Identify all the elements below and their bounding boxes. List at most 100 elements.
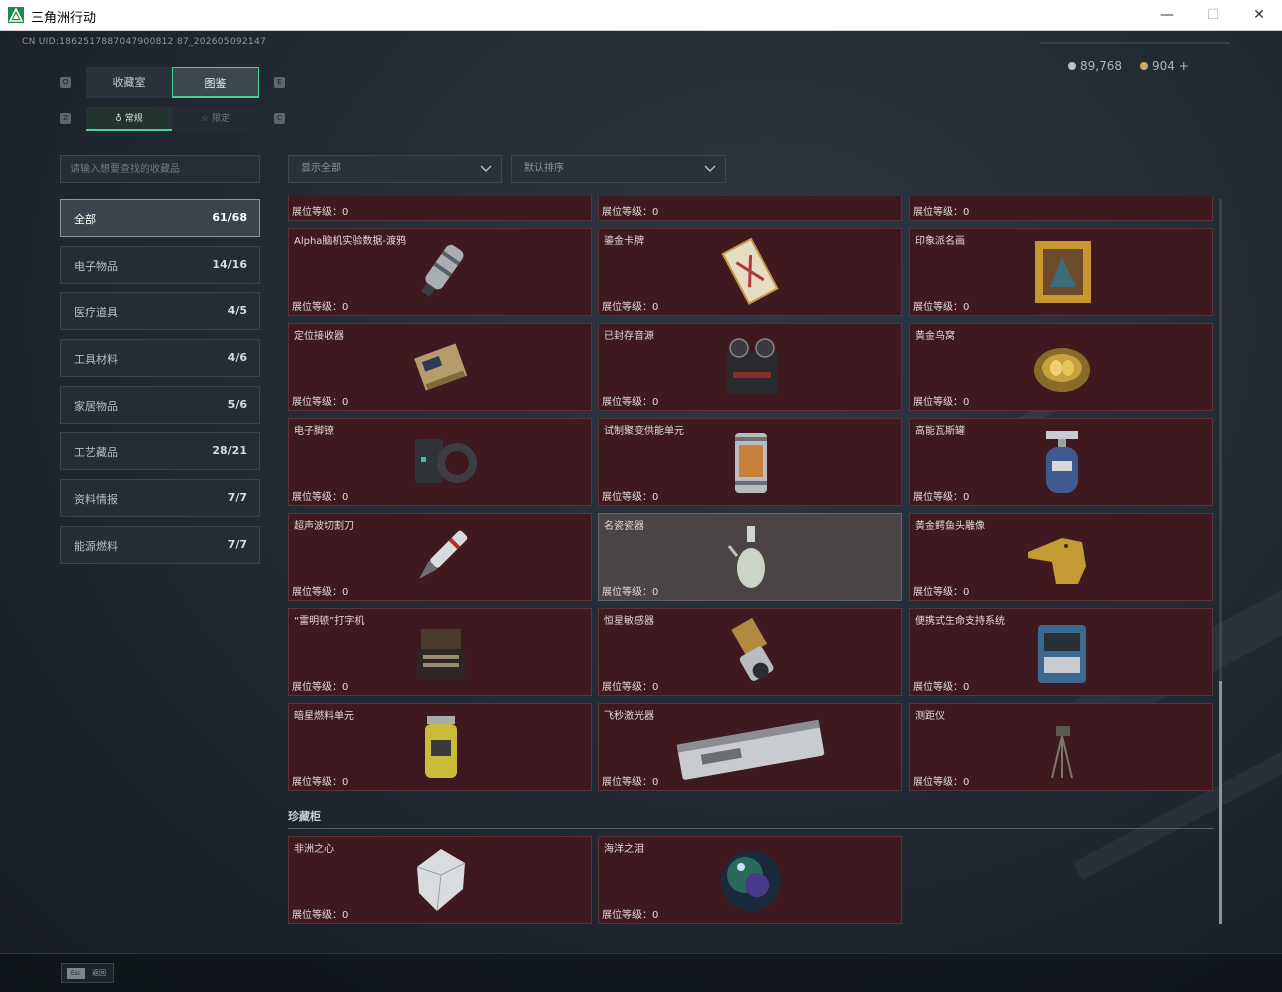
grid-scrollbar-thumb[interactable]: [1219, 681, 1222, 924]
collection-card[interactable]: 展位等级：0: [909, 196, 1213, 221]
sidebar-item-count: 14/16: [212, 258, 247, 271]
typewriter-icon: [401, 617, 481, 687]
data-canister-icon: [401, 237, 481, 307]
maximize-button[interactable]: ☐: [1190, 0, 1236, 31]
card-level: 展位等级：0: [602, 488, 658, 503]
subtab-regular[interactable]: ♁ 常规: [86, 107, 172, 131]
collection-card[interactable]: 测距仪 展位等级：0: [909, 703, 1213, 791]
sort-value: 默认排序: [524, 163, 564, 174]
collection-card[interactable]: 暗星燃料单元 展位等级：0: [288, 703, 592, 791]
porcelain-vase-icon: [711, 522, 791, 592]
card-name: 电子脚镣: [294, 426, 334, 437]
sidebar-item-tools[interactable]: 工具材料 4/6: [60, 339, 260, 377]
subtab-next-key-hint: C: [274, 113, 285, 124]
card-name: 已封存音源: [604, 331, 654, 342]
close-button[interactable]: ✕: [1236, 0, 1282, 31]
collection-card[interactable]: 恒星敏感器 展位等级：0: [598, 608, 902, 696]
level-value: 0: [342, 587, 349, 598]
level-label: 展位等级：: [913, 777, 963, 788]
flask-icon: ♁: [115, 114, 125, 124]
tab-catalog[interactable]: 图鉴: [172, 67, 259, 98]
life-support-icon: [1022, 617, 1102, 687]
section-divider: [288, 828, 1214, 829]
treasure-card[interactable]: 海洋之泪 展位等级：0: [598, 836, 902, 924]
sidebar-item-crafts[interactable]: 工艺藏品 28/21: [60, 432, 260, 470]
level-value: 0: [342, 777, 349, 788]
collection-card[interactable]: 飞秒激光器 展位等级：0: [598, 703, 902, 791]
card-level: 展位等级：0: [602, 583, 658, 598]
level-label: 展位等级：: [292, 910, 342, 921]
sidebar-item-intel[interactable]: 资料情报 7/7: [60, 479, 260, 517]
card-level: 展位等级：0: [913, 773, 969, 788]
collection-card[interactable]: 鎏金卡牌 展位等级：0: [598, 228, 902, 316]
sidebar-item-count: 61/68: [212, 211, 247, 224]
sidebar-item-count: 4/6: [227, 351, 247, 364]
subtab-limited[interactable]: ☆ 限定: [172, 107, 259, 131]
card-level: 展位等级：0: [292, 773, 348, 788]
card-level: 展位等级：0: [913, 678, 969, 693]
search-input[interactable]: [60, 155, 260, 183]
framed-painting-icon: [1022, 237, 1102, 307]
sidebar-item-all[interactable]: 全部 61/68: [60, 199, 260, 237]
collection-card[interactable]: 展位等级：0: [598, 196, 902, 221]
collection-card[interactable]: 便携式生命支持系统 展位等级：0: [909, 608, 1213, 696]
sidebar-item-count: 4/5: [227, 304, 247, 317]
esc-key-hint: Esc: [67, 968, 85, 979]
collection-card[interactable]: 电子脚镣 展位等级：0: [288, 418, 592, 506]
collection-card[interactable]: 高能瓦斯罐 展位等级：0: [909, 418, 1213, 506]
level-label: 展位等级：: [913, 302, 963, 313]
map-document-icon: [1022, 196, 1102, 199]
sidebar-item-electronics[interactable]: 电子物品 14/16: [60, 246, 260, 284]
tab-collection-room[interactable]: 收藏室: [86, 67, 172, 98]
sidebar-item-label: 全部: [74, 213, 96, 226]
collection-card[interactable]: Alpha脑机实验数据-渡鸦 展位等级：0: [288, 228, 592, 316]
card-level: 展位等级：0: [602, 773, 658, 788]
level-value: 0: [652, 207, 659, 218]
back-button[interactable]: Esc 返回: [61, 963, 114, 983]
card-name: 名瓷瓷器: [604, 521, 644, 532]
card-name: 定位接收器: [294, 331, 344, 342]
level-label: 展位等级：: [292, 587, 342, 598]
card-level: 展位等级：0: [913, 488, 969, 503]
card-name: 印象派名画: [915, 236, 965, 247]
ocean-pearl-icon: [711, 845, 791, 915]
sidebar-item-medical[interactable]: 医疗道具 4/5: [60, 292, 260, 330]
level-value: 0: [342, 682, 349, 693]
level-label: 展位等级：: [602, 492, 652, 503]
sidebar-item-label: 工具材料: [74, 353, 118, 366]
collection-card[interactable]: 黄金鸟窝 展位等级：0: [909, 323, 1213, 411]
collection-card[interactable]: 定位接收器 展位等级：0: [288, 323, 592, 411]
collection-card[interactable]: 名瓷瓷器 展位等级：0: [598, 513, 902, 601]
subtab-regular-label: 常规: [124, 114, 143, 124]
sidebar-item-energy[interactable]: 能源燃料 7/7: [60, 526, 260, 564]
level-label: 展位等级：: [913, 587, 963, 598]
collection-card[interactable]: 展位等级：0: [288, 196, 592, 221]
card-level: 展位等级：0: [602, 298, 658, 313]
sort-dropdown[interactable]: 默认排序: [511, 155, 726, 183]
card-name: 恒星敏感器: [604, 616, 654, 627]
star-sensor-icon: [711, 617, 791, 687]
silver-currency-value: 89,768: [1080, 59, 1122, 73]
collection-card[interactable]: 印象派名画 展位等级：0: [909, 228, 1213, 316]
card-level: 展位等级：0: [602, 203, 658, 218]
collection-card[interactable]: “雷明顿”打字机 展位等级：0: [288, 608, 592, 696]
collection-card[interactable]: 试制聚变供能单元 展位等级：0: [598, 418, 902, 506]
gold-currency[interactable]: 904 +: [1140, 59, 1189, 73]
treasure-card[interactable]: 非洲之心 展位等级：0: [288, 836, 592, 924]
card-level: 展位等级：0: [602, 678, 658, 693]
minimize-button[interactable]: —: [1144, 0, 1190, 31]
collection-card[interactable]: 超声波切割刀 展位等级：0: [288, 513, 592, 601]
level-label: 展位等级：: [292, 682, 342, 693]
sidebar-item-household[interactable]: 家居物品 5/6: [60, 386, 260, 424]
sidebar-item-label: 电子物品: [74, 260, 118, 273]
level-value: 0: [963, 587, 970, 598]
level-label: 展位等级：: [602, 587, 652, 598]
level-label: 展位等级：: [602, 302, 652, 313]
star-icon: ☆: [201, 114, 212, 124]
collection-card[interactable]: 已封存音源 展位等级：0: [598, 323, 902, 411]
collection-card[interactable]: 黄金鳄鱼头雕像 展位等级：0: [909, 513, 1213, 601]
card-level: 展位等级：0: [292, 906, 348, 921]
gilded-card-icon: [711, 237, 791, 307]
display-filter-dropdown[interactable]: 显示全部: [288, 155, 502, 183]
display-filter-value: 显示全部: [301, 163, 341, 174]
